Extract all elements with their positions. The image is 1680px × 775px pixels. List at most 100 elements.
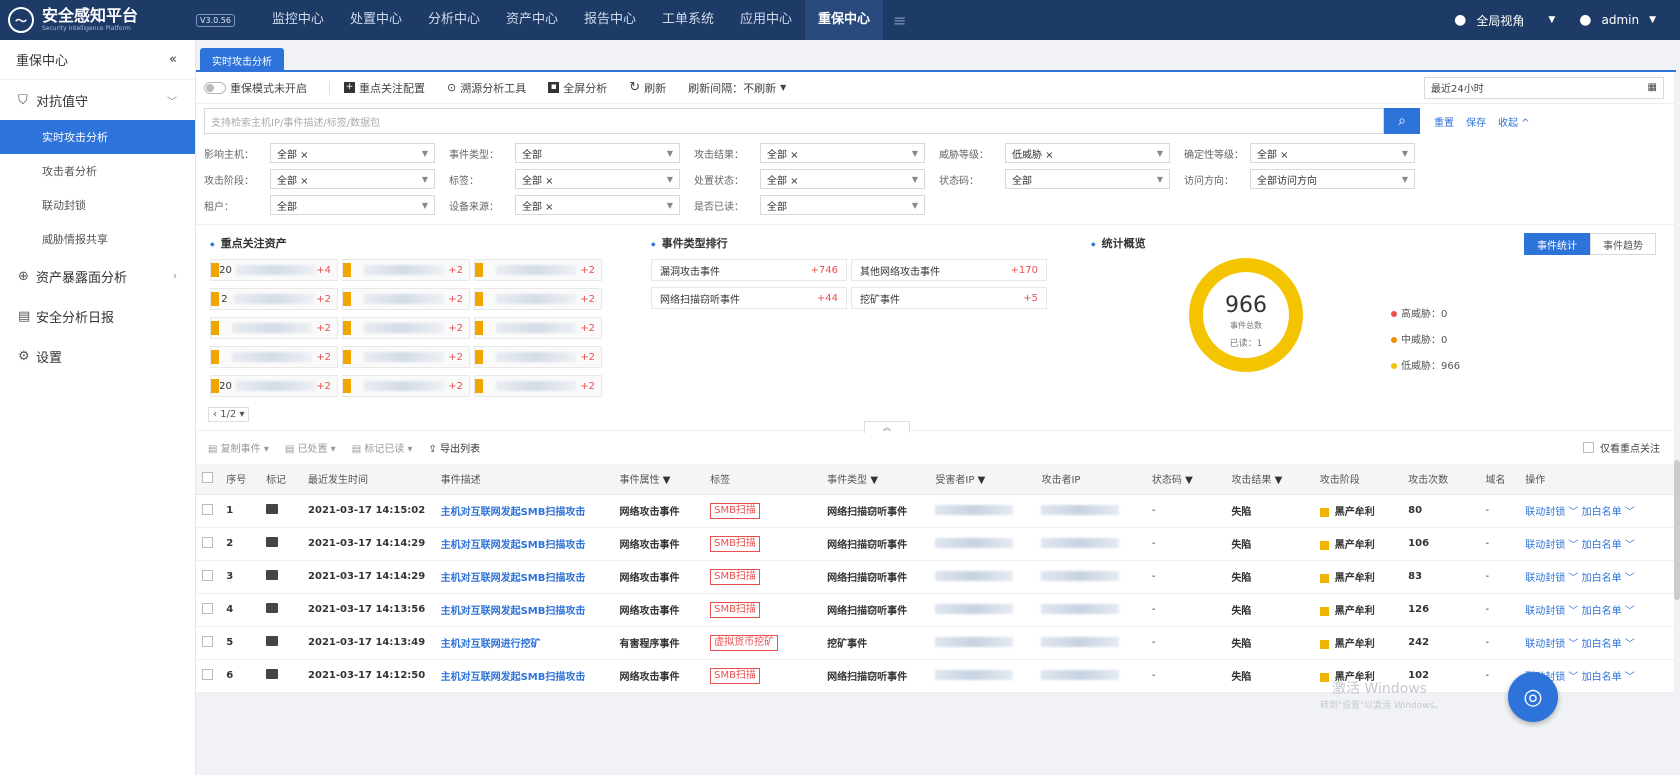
tab-event-stats[interactable]: 事件统计 [1524, 233, 1590, 255]
message-icon[interactable] [266, 669, 279, 679]
nav-item[interactable]: 处置中心 [337, 0, 415, 40]
focus-asset-item[interactable]: +2 [342, 259, 470, 281]
collapse-dashboard-button[interactable]: ︽ [864, 421, 910, 433]
sidebar-group-daily-report[interactable]: ▤ 安全分析日报 [0, 296, 195, 336]
focus-asset-item[interactable]: 2 +2 [210, 288, 338, 310]
protect-mode-toggle[interactable]: 重保模式未开启 [204, 80, 307, 96]
focus-asset-item[interactable]: +2 [210, 346, 338, 368]
filter-select[interactable]: 全部 × ▼ [515, 195, 680, 215]
date-range-picker[interactable]: 最近24小时 ▦ [1424, 76, 1664, 99]
filter-select[interactable]: 全部访问方向 ▼ [1250, 169, 1415, 189]
row-description[interactable]: 主机对互联网发起SMB扫描攻击 [434, 494, 614, 528]
sidebar-item-linkage-block[interactable]: 联动封锁 [0, 188, 195, 222]
focus-asset-item[interactable]: +2 [474, 288, 602, 310]
whitelist-button[interactable]: 加白名单 [1582, 672, 1622, 683]
nav-item[interactable]: 工单系统 [649, 0, 727, 40]
focus-asset-item[interactable]: 20 +4 [210, 259, 338, 281]
focus-asset-item[interactable]: +2 [342, 317, 470, 339]
focus-asset-item[interactable]: +2 [342, 288, 470, 310]
whitelist-button[interactable]: 加白名单 [1582, 639, 1622, 650]
assistant-fab[interactable]: ◎ [1508, 672, 1558, 722]
nav-item[interactable]: 资产中心 [493, 0, 571, 40]
sidebar-item-attacker-analysis[interactable]: 攻击者分析 [0, 154, 195, 188]
table-row[interactable]: 2 2021-03-17 14:14:29 主机对互联网发起SMB扫描攻击 网络攻击事… [196, 527, 1674, 561]
linkage-block-button[interactable]: 联动封锁 [1525, 606, 1565, 617]
filter-select[interactable]: 全部 × ▼ [270, 143, 435, 163]
whitelist-button[interactable]: 加白名单 [1582, 573, 1622, 584]
row-description[interactable]: 主机对互联网发起SMB扫描攻击 [434, 527, 614, 561]
select-all-cell[interactable] [196, 464, 221, 495]
row-checkbox[interactable] [202, 503, 213, 515]
filter-icon[interactable]: ▼ [1271, 475, 1283, 486]
nav-item[interactable]: 分析中心 [415, 0, 493, 40]
filter-select[interactable]: 全部 × ▼ [270, 169, 435, 189]
focus-asset-item[interactable]: +2 [342, 375, 470, 397]
nav-item[interactable]: 监控中心 [259, 0, 337, 40]
sidebar-item-realtime-attack[interactable]: 实时攻击分析 [0, 120, 195, 154]
event-rank-item[interactable]: 漏洞攻击事件 +746 [651, 259, 847, 281]
event-rank-item[interactable]: 网络扫描窃听事件 +44 [651, 287, 847, 309]
filter-icon[interactable]: ▼ [974, 475, 986, 486]
user-chevron-icon[interactable]: ▼ [1649, 15, 1656, 25]
menu-icon[interactable]: ≡ [883, 11, 916, 30]
filter-select[interactable]: 全部 × ▼ [760, 143, 925, 163]
chevron-down-icon[interactable]: ﹀ [1622, 573, 1635, 584]
export-list-button[interactable]: ⇪ 导出列表 [429, 440, 481, 455]
message-icon[interactable] [266, 504, 279, 514]
table-row[interactable]: 3 2021-03-17 14:14:29 主机对互联网发起SMB扫描攻击 网络攻击事… [196, 560, 1674, 594]
focus-config-button[interactable]: + 重点关注配置 [344, 80, 425, 96]
message-icon[interactable] [266, 603, 279, 613]
filter-icon[interactable]: ▼ [1182, 475, 1193, 486]
vertical-scrollbar[interactable] [1674, 460, 1680, 600]
sidebar-group-exposure[interactable]: ⊕ 资产暴露面分析 › [0, 256, 195, 296]
only-focus-checkbox[interactable]: 仅看重点关注 [1583, 440, 1660, 455]
linkage-block-button[interactable]: 联动封锁 [1525, 540, 1565, 551]
focus-asset-item[interactable]: +2 [474, 375, 602, 397]
linkage-block-button[interactable]: 联动封锁 [1525, 507, 1565, 518]
refresh-button[interactable]: ↻ 刷新 [629, 80, 666, 96]
collapse-link[interactable]: 收起 ^ [1498, 114, 1530, 129]
table-row[interactable]: 6 2021-03-17 14:12:50 主机对互联网发起SMB扫描攻击 网络攻击事… [196, 659, 1674, 693]
focus-asset-item[interactable]: +2 [474, 259, 602, 281]
whitelist-button[interactable]: 加白名单 [1582, 540, 1622, 551]
trace-tool-button[interactable]: ⊙ 溯源分析工具 [447, 80, 526, 96]
linkage-block-button[interactable]: 联动封锁 [1525, 639, 1565, 650]
event-rank-item[interactable]: 挖矿事件 +5 [851, 287, 1047, 309]
row-select-cell[interactable] [196, 659, 221, 693]
checkbox[interactable] [1583, 442, 1594, 453]
row-select-cell[interactable] [196, 494, 221, 528]
filter-select[interactable]: 全部 ▼ [1005, 169, 1170, 189]
filter-icon[interactable]: ▼ [867, 475, 878, 486]
focus-asset-item[interactable]: +2 [210, 317, 338, 339]
row-description[interactable]: 主机对互联网进行挖矿 [434, 626, 614, 660]
whitelist-button[interactable]: 加白名单 [1582, 606, 1622, 617]
nav-item[interactable]: 重保中心 [805, 0, 884, 40]
filter-select[interactable]: 低威胁 × ▼ [1005, 143, 1170, 163]
mark-read-button[interactable]: ▤ 标记已读 ▾ [352, 440, 413, 455]
sidebar-group-duikang[interactable]: ⛉ 对抗值守 ﹀ [0, 80, 195, 120]
row-checkbox[interactable] [202, 635, 213, 647]
row-checkbox[interactable] [202, 668, 213, 680]
row-select-cell[interactable] [196, 527, 221, 561]
whitelist-button[interactable]: 加白名单 [1582, 507, 1622, 518]
search-input[interactable]: 支持检索主机IP/事件描述/标签/数据包 [204, 108, 1384, 134]
copy-event-button[interactable]: ▤ 复制事件 ▾ [208, 440, 269, 455]
nav-item[interactable]: 应用中心 [727, 0, 805, 40]
filter-select[interactable]: 全部 × ▼ [515, 169, 680, 189]
user-menu[interactable]: admin [1601, 13, 1639, 27]
chevron-down-icon[interactable]: ﹀ [1622, 507, 1635, 518]
chevron-down-icon[interactable]: ﹀ [1565, 573, 1581, 584]
filter-select[interactable]: 全部 ▼ [270, 195, 435, 215]
refresh-interval-select[interactable]: 刷新间隔：不刷新 ▼ [688, 80, 786, 96]
table-row[interactable]: 4 2021-03-17 14:13:56 主机对互联网发起SMB扫描攻击 网络攻击事… [196, 593, 1674, 627]
filter-select[interactable]: 全部 ▼ [760, 195, 925, 215]
table-row[interactable]: 1 2021-03-17 14:15:02 主机对互联网发起SMB扫描攻击 网络攻击事… [196, 494, 1674, 528]
focus-asset-item[interactable]: +2 [474, 346, 602, 368]
row-checkbox[interactable] [202, 536, 213, 548]
global-view-selector[interactable]: 全局视角 [1476, 12, 1524, 29]
chevron-down-icon[interactable]: ﹀ [1622, 639, 1635, 650]
row-description[interactable]: 主机对互联网发起SMB扫描攻击 [434, 593, 614, 627]
chevron-down-icon[interactable]: ﹀ [1565, 672, 1581, 683]
focus-asset-item[interactable]: 20 +2 [210, 375, 338, 397]
chevron-down-icon[interactable]: ﹀ [1565, 507, 1581, 518]
